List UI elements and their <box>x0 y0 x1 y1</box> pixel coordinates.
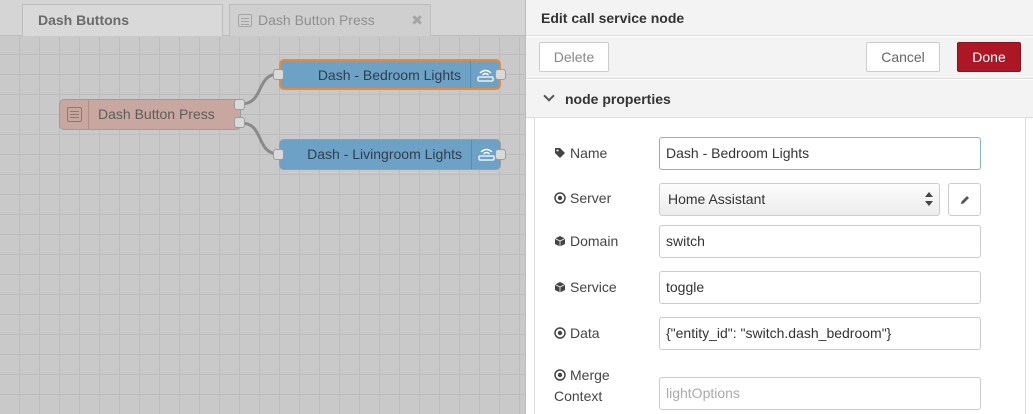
edit-tray: Edit call service node Delete Cancel Don… <box>525 0 1033 414</box>
node-icon-area <box>60 100 89 129</box>
node-dash-bedroom-lights[interactable]: Dash - Bedroom Lights <box>279 59 501 90</box>
chevron-down-icon <box>543 90 555 102</box>
label-text: Name <box>570 145 608 161</box>
subflow-icon <box>238 14 252 27</box>
label-text: Service <box>570 279 617 295</box>
pencil-icon <box>961 196 969 204</box>
tab-dash-button-press[interactable]: Dash Button Press ✖ <box>229 4 431 36</box>
input-port[interactable] <box>273 69 284 80</box>
tray-title: Edit call service node <box>526 0 1033 36</box>
cube-icon <box>554 234 566 250</box>
tray-toolbar: Delete Cancel Done <box>526 37 1033 79</box>
node-label: Dash - Bedroom Lights <box>317 67 461 83</box>
merge-context-label: Merge Context <box>554 365 610 406</box>
output-port-1[interactable] <box>234 99 245 110</box>
wifi-router-icon <box>478 147 495 161</box>
data-field[interactable]: {"entity_id": "switch.dash_bedroom"} <box>659 317 981 350</box>
merge-context-field[interactable]: lightOptions <box>659 377 981 410</box>
label-text: Server <box>570 190 612 206</box>
dot-circle-icon <box>554 191 566 207</box>
flow-canvas[interactable]: Dash Button Press Dash - Bedroom Lights … <box>0 37 525 414</box>
output-port-2[interactable] <box>234 117 245 128</box>
domain-label: Domain <box>554 233 618 250</box>
delete-button[interactable]: Delete <box>539 42 609 72</box>
node-label: Dash - Livingroom Lights <box>307 146 462 162</box>
name-field[interactable]: Dash - Bedroom Lights <box>659 137 981 170</box>
service-field[interactable]: toggle <box>659 271 981 304</box>
label-text: Context <box>554 388 603 405</box>
label-text: Data <box>570 325 600 341</box>
server-label: Server <box>554 190 611 207</box>
workspace-tabbar: Dash Buttons Dash Button Press ✖ <box>0 0 525 36</box>
node-properties-panel: Name Dash - Bedroom Lights Server Home A… <box>534 118 1026 414</box>
flow-editor: Dash Buttons Dash Button Press ✖ Dash Bu… <box>0 0 525 414</box>
cube-icon <box>554 280 566 296</box>
node-label: Dash Button Press <box>98 106 215 122</box>
output-port[interactable] <box>495 149 506 160</box>
server-select[interactable]: Home Assistant <box>659 183 940 216</box>
service-label: Service <box>554 279 617 296</box>
dot-circle-icon <box>554 366 566 386</box>
cancel-button[interactable]: Cancel <box>866 42 940 72</box>
input-port[interactable] <box>273 149 284 160</box>
close-icon[interactable]: ✖ <box>411 5 423 35</box>
label-text: Domain <box>570 233 619 249</box>
data-label: Data <box>554 325 600 342</box>
section-title: node properties <box>565 91 671 107</box>
tab-label: Dash Button Press <box>258 12 375 28</box>
tag-icon <box>554 146 566 162</box>
node-properties-header[interactable]: node properties <box>526 80 1033 118</box>
domain-field[interactable]: switch <box>659 225 981 258</box>
select-arrows-icon <box>925 192 933 206</box>
done-button[interactable]: Done <box>957 42 1021 72</box>
name-label: Name <box>554 145 607 162</box>
tab-label: Dash Buttons <box>38 12 129 28</box>
list-icon <box>67 107 82 122</box>
node-dash-button-press[interactable]: Dash Button Press <box>59 99 241 130</box>
flow-wires <box>240 72 280 156</box>
server-select-value: Home Assistant <box>668 191 766 207</box>
wifi-router-icon <box>477 68 494 82</box>
node-dash-livingroom-lights[interactable]: Dash - Livingroom Lights <box>279 139 501 170</box>
label-text: Merge <box>570 367 610 383</box>
tab-dash-buttons[interactable]: Dash Buttons <box>22 4 223 36</box>
edit-server-button[interactable] <box>948 183 981 216</box>
dot-circle-icon <box>554 326 566 342</box>
output-port[interactable] <box>495 69 506 80</box>
